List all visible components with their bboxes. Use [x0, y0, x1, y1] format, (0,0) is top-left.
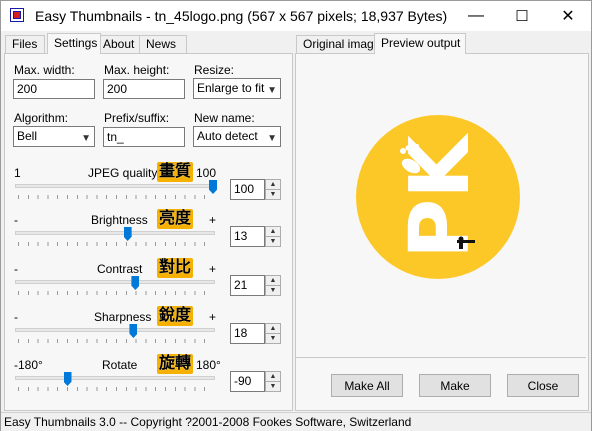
brightness-spinner[interactable]: ▲ ▼	[265, 226, 281, 247]
new-name-value: Auto detect	[197, 129, 258, 143]
maximize-button[interactable]: ☐	[499, 1, 545, 31]
sharpness-slider-ticks	[18, 339, 214, 343]
tab-settings[interactable]: Settings	[47, 33, 101, 54]
jpeg-slider-ticks	[18, 195, 214, 199]
close-window-button[interactable]: ✕	[545, 1, 591, 31]
resize-select[interactable]: Enlarge to fit ▼	[193, 78, 281, 99]
minimize-button[interactable]: —	[453, 1, 499, 31]
spin-down-icon[interactable]: ▼	[266, 237, 280, 246]
jpeg-spinner[interactable]: ▲ ▼	[265, 179, 281, 200]
sharpness-spinner[interactable]: ▲ ▼	[265, 323, 281, 344]
status-bar: Easy Thumbnails 3.0 -- Copyright ?2001-2…	[1, 412, 591, 431]
rotate-slider-ticks	[18, 387, 214, 391]
contrast-slider[interactable]	[15, 280, 215, 284]
make-button[interactable]: Make	[419, 374, 491, 397]
sharpness-slider[interactable]	[15, 328, 215, 332]
prefix-suffix-input[interactable]: tn_	[103, 127, 185, 147]
brightness-slider[interactable]	[15, 231, 215, 235]
spin-down-icon[interactable]: ▼	[266, 286, 280, 295]
algorithm-label: Algorithm:	[14, 111, 69, 125]
jpeg-min-label: 1	[14, 166, 21, 180]
rotate-slider[interactable]	[15, 376, 215, 380]
spin-up-icon[interactable]: ▲	[266, 324, 280, 334]
preview-image: PK	[356, 115, 520, 279]
brightness-max-label: +	[209, 213, 217, 227]
max-height-label: Max. height:	[104, 63, 170, 77]
algorithm-value: Bell	[17, 129, 38, 143]
algorithm-select[interactable]: Bell ▼	[13, 126, 95, 147]
rotate-min-label: -180°	[14, 358, 43, 372]
spin-up-icon[interactable]: ▲	[266, 180, 280, 190]
max-height-input[interactable]: 200	[103, 79, 185, 99]
contrast-spinner[interactable]: ▲ ▼	[265, 275, 281, 296]
jpeg-label: JPEG quality	[88, 166, 158, 180]
rotate-spinner[interactable]: ▲ ▼	[265, 371, 281, 392]
rotate-label: Rotate	[102, 358, 138, 372]
prefix-suffix-label: Prefix/suffix:	[104, 111, 170, 125]
title-bar: Easy Thumbnails - tn_45logo.png (567 x 5…	[1, 1, 591, 31]
chevron-down-icon: ▼	[267, 85, 277, 96]
rotate-annotation: 旋轉	[157, 354, 194, 374]
brightness-min-label: -	[14, 213, 18, 227]
spin-up-icon[interactable]: ▲	[266, 227, 280, 237]
spin-down-icon[interactable]: ▼	[266, 190, 280, 199]
tab-preview-output[interactable]: Preview output	[374, 33, 466, 54]
jpeg-max-label: 100	[196, 166, 217, 180]
close-button[interactable]: Close	[507, 374, 579, 397]
brightness-label: Brightness	[91, 213, 148, 227]
sharpness-value-input[interactable]: 18	[230, 323, 265, 344]
jpeg-slider[interactable]	[15, 184, 215, 188]
app-window: Easy Thumbnails - tn_45logo.png (567 x 5…	[0, 0, 592, 431]
jpeg-annotation: 畫質	[157, 162, 194, 182]
chevron-down-icon: ▼	[267, 133, 277, 144]
status-text: Easy Thumbnails 3.0 -- Copyright ?2001-2…	[4, 415, 412, 429]
new-name-select[interactable]: Auto detect ▼	[193, 126, 281, 147]
make-all-button[interactable]: Make All	[331, 374, 403, 397]
contrast-max-label: +	[209, 262, 217, 276]
tab-about[interactable]: About	[96, 35, 142, 53]
sharpness-min-label: -	[14, 310, 18, 324]
spin-down-icon[interactable]: ▼	[266, 334, 280, 343]
chevron-down-icon: ▼	[81, 133, 91, 144]
sharpness-label: Sharpness	[94, 310, 152, 324]
tab-original-image[interactable]: Original image	[296, 35, 380, 53]
max-width-input[interactable]: 200	[13, 79, 95, 99]
contrast-value-input[interactable]: 21	[230, 275, 265, 296]
contrast-min-label: -	[14, 262, 18, 276]
sharpness-annotation: 銳度	[157, 306, 194, 326]
contrast-annotation: 對比	[157, 258, 194, 278]
max-width-label: Max. width:	[14, 63, 75, 77]
tab-files[interactable]: Files	[5, 35, 45, 53]
tab-news[interactable]: News	[139, 35, 187, 53]
app-icon	[10, 8, 24, 22]
window-title: Easy Thumbnails - tn_45logo.png (567 x 5…	[35, 8, 448, 24]
resize-label: Resize:	[194, 63, 235, 77]
new-name-label: New name:	[194, 111, 255, 125]
logo-letters: PK	[393, 132, 488, 259]
brightness-value-input[interactable]: 13	[230, 226, 265, 247]
rotate-max-label: 180°	[196, 358, 221, 372]
resize-value: Enlarge to fit	[197, 81, 265, 95]
sharpness-max-label: +	[209, 310, 217, 324]
rotate-value-input[interactable]: -90	[230, 371, 265, 392]
preview-divider	[296, 357, 586, 358]
contrast-slider-ticks	[18, 291, 214, 295]
logo-text: PK	[393, 132, 488, 259]
spin-up-icon[interactable]: ▲	[266, 372, 280, 382]
brightness-slider-ticks	[18, 242, 214, 246]
spin-down-icon[interactable]: ▼	[266, 382, 280, 391]
brightness-annotation: 亮度	[157, 209, 194, 229]
jpeg-value-input[interactable]: 100	[230, 179, 265, 200]
spin-up-icon[interactable]: ▲	[266, 276, 280, 286]
contrast-label: Contrast	[97, 262, 143, 276]
